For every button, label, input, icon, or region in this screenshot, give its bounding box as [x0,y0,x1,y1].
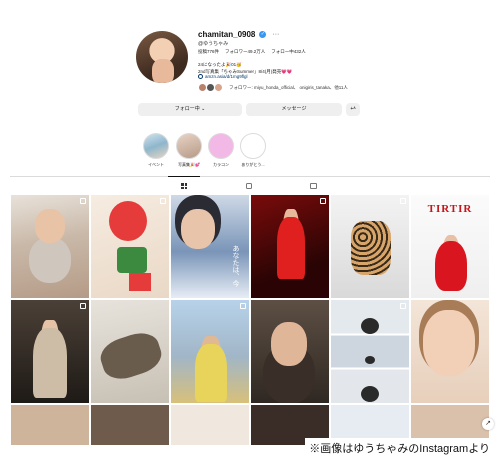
grid-icon [181,183,187,189]
highlight-cover [240,133,266,159]
posts-grid: あなたは、今 TIRTIR [11,195,491,445]
ellipsis-icon[interactable]: ··· [272,31,279,38]
post-thumbnail[interactable] [91,405,169,445]
instagram-profile-page: chamitan_0908 ✓ ··· @ゆうちゃみ 投稿776件 フォロワー4… [0,0,500,460]
highlight-colorcon[interactable]: カラコン [206,133,236,168]
post-thumbnail[interactable] [171,405,249,445]
highlight-label: イベント [148,162,164,167]
bio-link-text[interactable]: amzn.asia/d/1mg9flgl [205,74,248,79]
message-button[interactable]: メッセージ [246,103,342,116]
post-thumbnail[interactable] [411,300,489,403]
tabs-divider [10,176,490,177]
active-tab-indicator [168,176,200,177]
tab-tagged[interactable] [307,182,319,190]
post-thumbnail[interactable] [11,300,89,403]
followed-by-text[interactable]: フォロワー: miyu_honda_official、 onigiris_tan… [229,85,348,91]
highlight-event[interactable]: イベント [141,133,171,168]
share-icon[interactable]: ↗ [482,418,494,430]
post-thumbnail[interactable] [331,195,409,298]
profile-stats: 投稿776件 フォロワー49.2万人 フォロー中432人 [198,49,306,55]
highlight-cover [176,133,202,159]
highlight-photobook[interactable]: 写真集🎉💕 [174,133,204,168]
post-thumbnail[interactable] [171,300,249,403]
highlight-cover [208,133,234,159]
carousel-icon [240,303,246,309]
bio-link[interactable]: amzn.asia/d/1mg9flgl [198,74,248,79]
followers-count[interactable]: フォロワー49.2万人 [225,49,265,55]
carousel-icon [400,198,406,204]
post-thumbnail[interactable] [11,405,89,445]
carousel-icon [80,198,86,204]
username-row: chamitan_0908 ✓ ··· [198,30,279,39]
post-thumbnail[interactable] [91,195,169,298]
tab-posts[interactable] [178,182,190,190]
following-count[interactable]: フォロー中432人 [271,49,306,55]
post-thumbnail[interactable]: あなたは、今 [171,195,249,298]
tab-reels[interactable] [243,182,255,190]
post-thumbnail[interactable] [251,195,329,298]
display-name: @ゆうちゃみ [198,41,229,47]
username: chamitan_0908 [198,30,256,39]
post-thumbnail[interactable]: TIRTIR [411,195,489,298]
highlight-label: 写真集🎉💕 [178,162,200,167]
post-overlay-text: あなたは、今 [232,245,240,287]
carousel-icon [160,198,166,204]
followed-by[interactable]: フォロワー: miyu_honda_official、 onigiris_tan… [198,83,348,92]
link-icon [198,74,203,79]
brand-logo-text: TIRTIR [427,203,473,215]
verified-check-icon: ✓ [259,31,267,38]
highlight-cover [143,133,169,159]
posts-count: 投稿776件 [198,49,220,54]
highlight-thanks[interactable]: ありがとう... [238,133,268,168]
carousel-icon [80,303,86,309]
following-button[interactable]: フォロー中 ⌄ [138,103,242,116]
post-thumbnail[interactable] [11,195,89,298]
mutual-avatar [214,83,223,92]
carousel-icon [400,303,406,309]
image-credit-caption: ※画像はゆうちゃみのInstagramより [305,438,492,458]
post-thumbnail[interactable] [251,300,329,403]
profile-avatar[interactable] [136,31,188,83]
carousel-icon [320,198,326,204]
highlight-label: ありがとう... [241,162,265,167]
tagged-icon [309,183,317,189]
highlight-label: カラコン [213,162,229,167]
suggest-people-button[interactable]: +ᴬ [346,103,360,116]
post-thumbnail[interactable] [331,300,409,403]
post-thumbnail[interactable] [91,300,169,403]
reels-icon [246,183,252,189]
